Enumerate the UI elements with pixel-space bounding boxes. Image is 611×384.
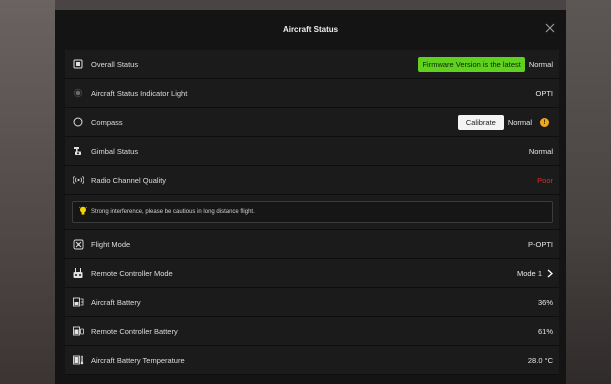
- compass-icon: [72, 116, 84, 128]
- row-overall-status: Overall Status Firmware Version is the l…: [65, 50, 559, 79]
- status-list: Overall Status Firmware Version is the l…: [65, 50, 559, 375]
- rc-battery-value: 61%: [537, 326, 553, 336]
- overall-status-label: Overall Status: [91, 59, 139, 69]
- row-aircraft-battery: Aircraft Battery 36%: [65, 288, 559, 317]
- calibrate-button[interactable]: Calibrate: [457, 114, 504, 130]
- flight-mode-icon: [72, 238, 84, 250]
- compass-value: Normal: [507, 117, 532, 127]
- flight-mode-value: P-OPTI: [527, 239, 553, 249]
- radio-notice-container: Strong interference, please be cautious …: [65, 195, 559, 230]
- overall-status-icon: [72, 58, 84, 70]
- indicator-light-label: Aircraft Status Indicator Light: [91, 88, 188, 98]
- dialog-title: Aircraft Status: [282, 24, 339, 34]
- radio-signal-icon: [72, 174, 84, 186]
- close-icon: [545, 23, 555, 33]
- battery-temperature-value: 28.0 °C: [527, 355, 553, 365]
- rc-battery-icon: [72, 325, 84, 337]
- battery-temperature-icon: [72, 354, 84, 366]
- rc-mode-label: Remote Controller Mode: [91, 268, 173, 278]
- aircraft-battery-icon: [72, 296, 84, 308]
- firmware-status-badge: Firmware Version is the latest: [418, 56, 525, 72]
- lightbulb-icon: [79, 203, 87, 221]
- battery-temperature-label: Aircraft Battery Temperature: [91, 355, 185, 365]
- gimbal-label: Gimbal Status: [91, 146, 139, 156]
- aircraft-battery-value: 36%: [537, 297, 553, 307]
- rc-mode-value: Mode 1: [516, 268, 542, 278]
- aircraft-battery-label: Aircraft Battery: [91, 297, 141, 307]
- row-battery-temperature: Aircraft Battery Temperature 28.0 °C: [65, 346, 559, 375]
- close-button[interactable]: [542, 20, 558, 36]
- gimbal-icon: [72, 145, 84, 157]
- row-indicator-light: Aircraft Status Indicator Light OPTI: [65, 79, 559, 108]
- row-rc-mode[interactable]: Remote Controller Mode Mode 1: [65, 259, 559, 288]
- dialog-header: Aircraft Status: [55, 10, 566, 48]
- radio-interference-notice: Strong interference, please be cautious …: [72, 201, 553, 223]
- row-flight-mode: Flight Mode P-OPTI: [65, 230, 559, 259]
- indicator-light-icon: [72, 87, 84, 99]
- row-radio-channel: Radio Channel Quality Poor: [65, 166, 559, 195]
- row-rc-battery: Remote Controller Battery 61%: [65, 317, 559, 346]
- compass-label: Compass: [91, 117, 123, 127]
- rc-battery-label: Remote Controller Battery: [91, 326, 178, 336]
- radio-channel-label: Radio Channel Quality: [91, 175, 167, 185]
- overall-status-value: Normal: [528, 59, 553, 69]
- aircraft-status-dialog: Aircraft Status Overall Status Firmware …: [55, 10, 566, 384]
- flight-mode-label: Flight Mode: [91, 239, 131, 249]
- gimbal-value: Normal: [528, 146, 553, 156]
- row-gimbal-status: Gimbal Status Normal: [65, 137, 559, 166]
- background-right: [566, 0, 611, 384]
- compass-warning-icon[interactable]: !: [540, 117, 549, 127]
- radio-channel-value: Poor: [537, 175, 553, 185]
- indicator-light-value: OPTI: [535, 88, 553, 98]
- row-compass: Compass Calibrate Normal !: [65, 108, 559, 137]
- background-left: [0, 0, 55, 384]
- radio-notice-text: Strong interference, please be cautious …: [91, 209, 255, 215]
- chevron-right-icon[interactable]: [547, 269, 553, 278]
- remote-controller-icon: [72, 267, 84, 279]
